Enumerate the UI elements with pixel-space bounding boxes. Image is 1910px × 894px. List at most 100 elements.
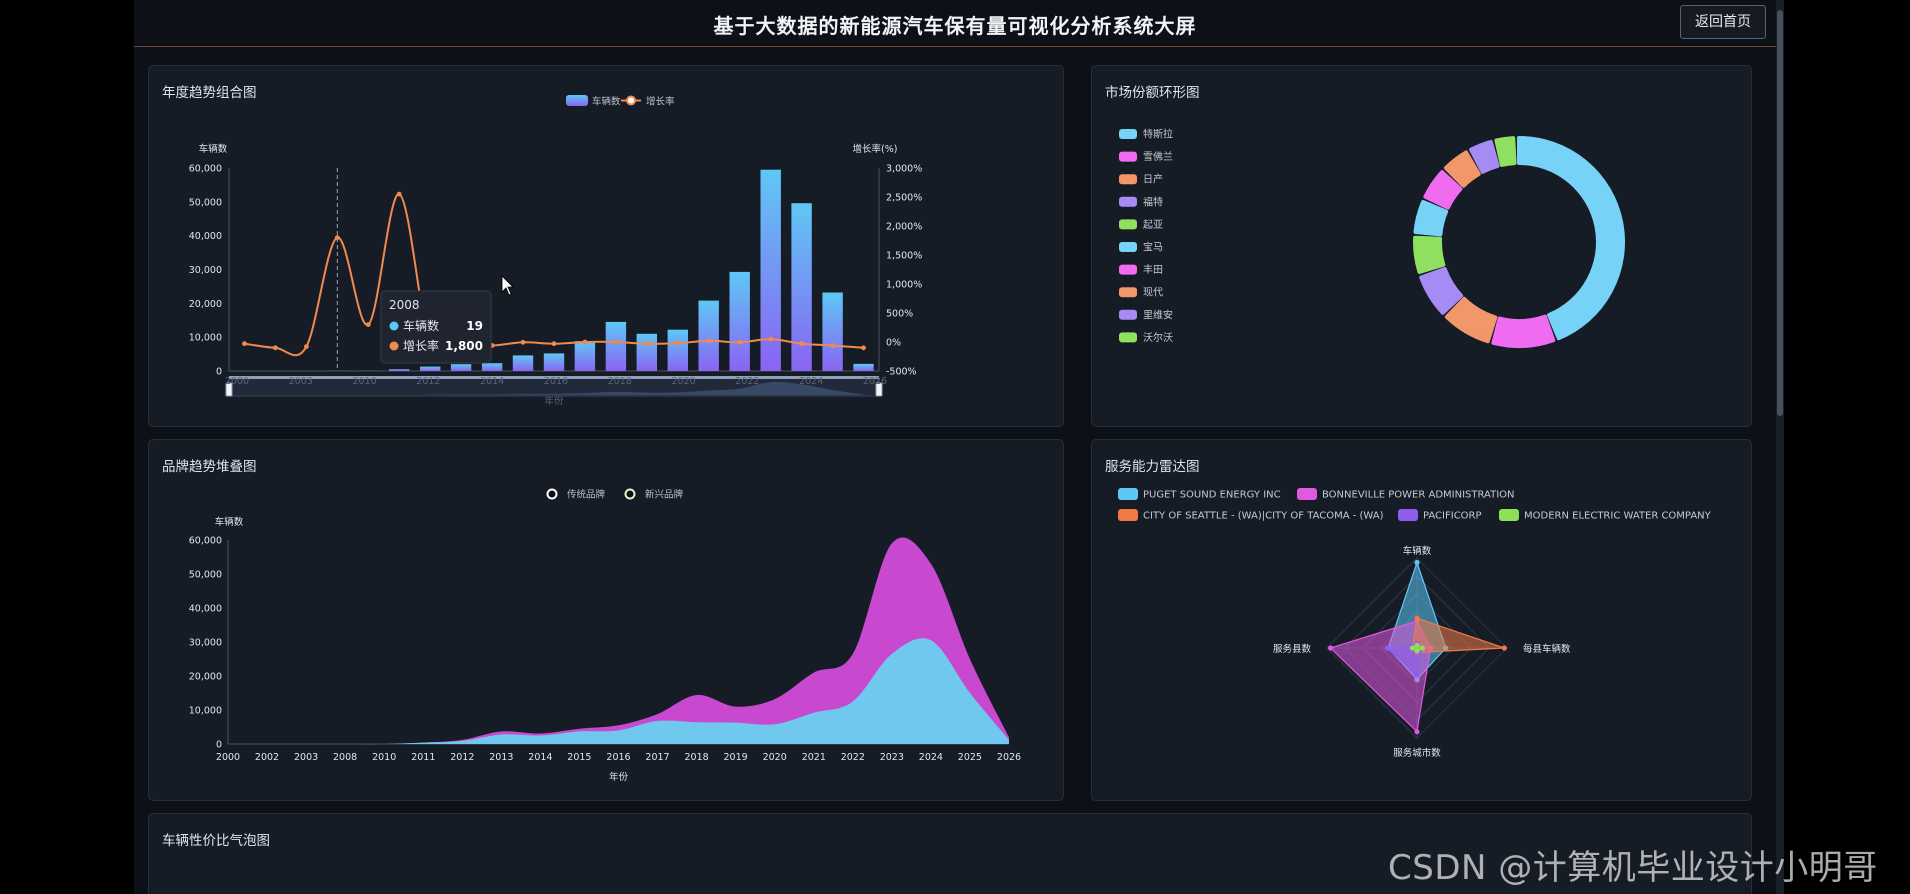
x-tick-label: 2010: [353, 376, 377, 387]
y-tick-label: 30,000: [189, 638, 222, 649]
y2-tick-label: 0%: [886, 338, 901, 349]
radar-point-1: [1328, 645, 1334, 651]
growth-point-2015: [520, 339, 526, 345]
x-tick-label: 2018: [685, 752, 709, 763]
radar-point-2: [1414, 615, 1420, 621]
x-tick-label: 2021: [802, 752, 826, 763]
growth-point-2003: [304, 344, 309, 349]
radar-point-4: [1419, 645, 1425, 651]
growth-point-2019: [644, 341, 650, 347]
y-tick-label: 30,000: [189, 265, 222, 276]
x-tick-label: 2012: [450, 752, 474, 763]
scrollbar-thumb[interactable]: [1777, 10, 1783, 416]
legend-swatch-0: [1118, 488, 1138, 500]
growth-point-2016: [551, 341, 557, 347]
y-tick-label: 40,000: [189, 231, 222, 242]
x-tick-label: 2016: [544, 376, 568, 387]
x-tick-label: 2014: [528, 752, 552, 763]
legend-label-2: CITY OF SEATTLE - (WA)|CITY OF TACOMA - …: [1143, 511, 1384, 522]
tooltip-value: 1,800: [445, 339, 483, 353]
bar-2016: [543, 353, 565, 371]
y2-tick-label: 500%: [886, 309, 913, 320]
ring-slice-特斯拉: [1517, 136, 1625, 341]
radar-indicator-label: 服务城市数: [1393, 747, 1441, 759]
x-tick-label: 2020: [763, 752, 787, 763]
ring-slice-起亚: [1413, 235, 1446, 274]
y2-tick-label: 2,000%: [886, 222, 922, 233]
tooltip-label: 增长率: [403, 338, 439, 353]
growth-point-2000: [242, 341, 247, 347]
bar-2014: [481, 363, 503, 371]
legend-marker-traditional: [546, 488, 558, 500]
bar-2019: [636, 333, 657, 371]
legend-label-1: 雪佛兰: [1143, 150, 1173, 163]
legend-label-2: 日产: [1143, 173, 1163, 186]
y2-tick-label: 1,000%: [886, 280, 922, 291]
ring-chart-panel: 市场份额环形图 特斯拉 雪佛兰 日产 福特 起亚 宝马 丰田 现代 里维安 沃尔沃: [1091, 65, 1752, 427]
legend-label-traditional: 传统品牌: [567, 489, 606, 501]
growth-point-2022: [737, 339, 743, 345]
x-tick-label: 2018: [608, 376, 632, 387]
legend-swatch-1: [1297, 488, 1317, 500]
radar-point-0: [1414, 559, 1420, 566]
bar-2021: [698, 300, 719, 371]
growth-point-2021: [706, 338, 712, 344]
legend-label-3: PACIFICORP: [1423, 511, 1482, 522]
growth-point-2024: [799, 341, 804, 347]
x-tick-label: 2025: [958, 752, 982, 763]
bar-2013: [450, 364, 472, 371]
radar-indicator-label: 服务县数: [1273, 643, 1312, 655]
x-axis-name: 年份: [544, 395, 564, 407]
tooltip-value: 19: [466, 319, 483, 333]
ring-chart[interactable]: 特斯拉雪佛兰日产福特起亚宝马丰田现代里维安沃尔沃: [1092, 66, 1751, 426]
dashboard: 基于大数据的新能源汽车保有量可视化分析系统大屏 返回首页 年度趋势组合图 车辆数…: [134, 0, 1776, 894]
radar-point-1: [1414, 729, 1420, 735]
legend-label-1: BONNEVILLE POWER ADMINISTRATION: [1322, 490, 1515, 501]
growth-point-2020: [675, 340, 681, 346]
watermark: CSDN @计算机毕业设计小明哥: [1388, 848, 1878, 888]
x-axis-name: 年份: [609, 771, 629, 783]
radar-point-4: [1409, 645, 1416, 651]
stack-chart[interactable]: 传统品牌 新兴品牌车辆数 60,000 50,000 40,000 30,000 20,00…: [149, 440, 1063, 800]
x-tick-label: 2013: [489, 752, 513, 763]
radar-chart[interactable]: PUGET SOUND ENERGY INC BONNEVILLE POWER A…: [1092, 440, 1751, 800]
growth-point-2011: [396, 191, 402, 197]
legend-label-growth: 增长率: [646, 96, 675, 108]
legend-label-0: PUGET SOUND ENERGY INC: [1143, 490, 1281, 501]
legend-label-5: 宝马: [1143, 241, 1163, 254]
x-tick-label: 2015: [567, 752, 591, 763]
y2-tick-label: -500%: [886, 367, 917, 378]
growth-point-2008: [334, 235, 340, 241]
legend-label-4: MODERN ELECTRIC WATER COMPANY: [1524, 511, 1712, 522]
legend-swatch-2: [1118, 509, 1138, 521]
combo-chart[interactable]: 车辆数 增长率车辆数 增长率(%)60,00050,00040,00030,0002…: [149, 66, 1063, 426]
y-axis-name: 车辆数: [199, 143, 228, 155]
growth-point-2010: [365, 322, 371, 327]
radar-point-4: [1414, 648, 1420, 654]
x-tick-label: 2003: [289, 376, 313, 387]
y-tick-label: 20,000: [189, 672, 222, 683]
legend-swatch-3: [1398, 509, 1418, 521]
ring-slice-宝马: [1413, 199, 1449, 237]
tooltip-marker: [389, 321, 399, 331]
y2-axis-name: 增长率(%): [853, 143, 898, 155]
growth-point-2025: [830, 343, 835, 348]
back-home-button[interactable]: 返回首页: [1680, 5, 1766, 39]
radar-indicator-label: 车辆数: [1403, 545, 1432, 557]
x-tick-label: 2024: [919, 752, 943, 763]
page-scrollbar[interactable]: [1776, 0, 1784, 894]
legend-swatch-2: [1119, 174, 1137, 185]
legend-swatch-4: [1119, 219, 1137, 230]
bar-2026: [853, 363, 874, 371]
x-tick-label: 2024: [799, 376, 823, 387]
legend-swatch-4: [1499, 509, 1519, 521]
bar-2011: [389, 369, 410, 371]
ring-slice-日产: [1444, 296, 1498, 344]
bar-2022: [729, 271, 750, 371]
legend-swatch-8: [1119, 309, 1137, 320]
legend-swatch-3: [1119, 196, 1137, 207]
tooltip-title: 2008: [389, 298, 420, 312]
x-tick-label: 2023: [880, 752, 904, 763]
bar-2018: [605, 321, 627, 371]
x-tick-label: 2008: [333, 752, 357, 763]
